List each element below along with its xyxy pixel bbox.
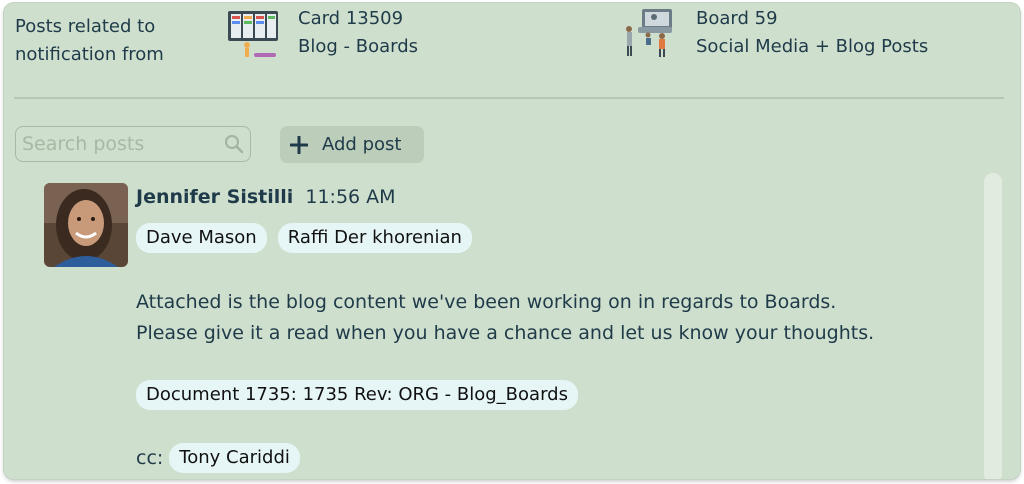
post-body-line: Please give it a read when you have a ch… [136,322,875,344]
post-author[interactable]: Jennifer Sistilli [136,186,293,208]
context-card[interactable]: Card 13509 Blog - Boards [226,5,418,61]
cc-row: cc: Tony Cariddi [136,443,306,473]
add-post-button[interactable]: Add post [280,126,424,163]
post-time: 11:56 AM [305,186,396,208]
card-subtitle: Blog - Boards [298,36,419,57]
posts-scrollbar[interactable] [984,173,1002,479]
avatar[interactable] [44,183,128,267]
mention-chip[interactable]: Dave Mason [136,223,267,253]
context-board[interactable]: Board 59 Social Media + Blog Posts [624,5,928,61]
mentions-list: Dave Mason Raffi Der khorenian [136,223,478,253]
post-body: Attached is the blog content we've been … [136,287,966,349]
kanban-board-icon [228,11,278,57]
cc-chip[interactable]: Tony Cariddi [169,443,300,473]
card-title: Card 13509 [298,8,404,29]
team-meeting-icon [626,9,672,57]
board-title: Board 59 [696,8,778,29]
plus-icon [290,135,308,154]
label-line-1: Posts related to [15,16,156,37]
search-icon[interactable] [224,134,244,154]
attachment-chip[interactable]: Document 1735: 1735 Rev: ORG - Blog_Boar… [136,380,578,410]
cc-label: cc: [136,447,164,469]
posts-panel: Posts related to notification from Card … [4,3,1020,479]
board-subtitle: Social Media + Blog Posts [696,36,929,57]
label-line-2: notification from [15,44,164,65]
search-box[interactable] [15,126,251,162]
post-body-line: Attached is the blog content we've been … [136,291,837,313]
mention-chip[interactable]: Raffi Der khorenian [277,223,472,253]
notification-source-label: Posts related to notification from [15,13,205,69]
add-post-label: Add post [322,134,402,155]
header-divider [14,97,1004,99]
search-input[interactable] [16,132,220,156]
